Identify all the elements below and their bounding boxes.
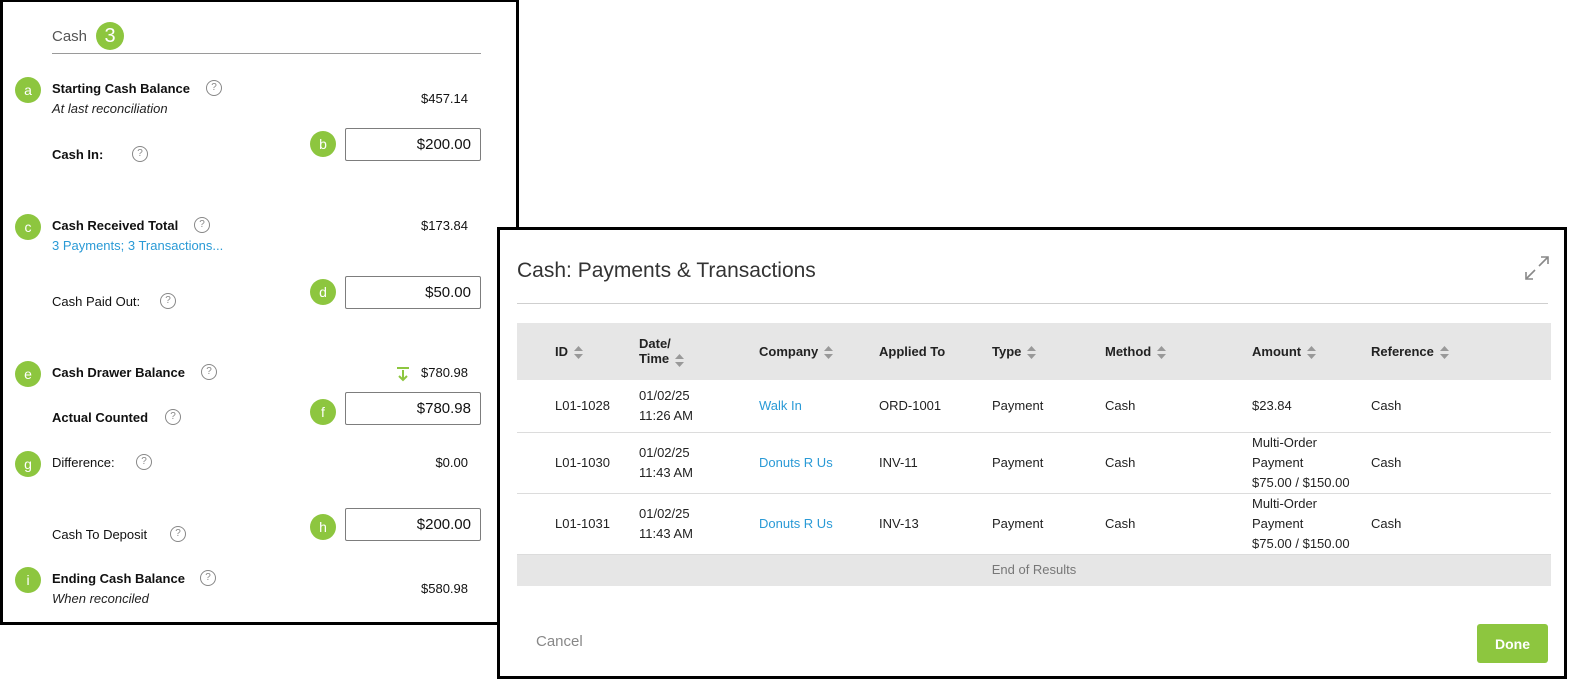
cell-amount: Multi-Order Payment $75.00 / $150.00 (1252, 495, 1350, 551)
cell-id: L01-1028 (555, 397, 610, 413)
cash-section-header: Cash 3 (52, 22, 481, 54)
help-icon[interactable]: ? (132, 146, 148, 162)
column-header-id[interactable]: ID (517, 323, 639, 380)
modal-divider (517, 303, 1548, 304)
cash-received-value: $173.84 (421, 218, 468, 233)
section-title: Cash (52, 28, 88, 45)
difference-value: $0.00 (435, 455, 468, 470)
callout-badge-e: e (15, 361, 41, 387)
end-of-results-text: End of Results (991, 562, 1077, 578)
help-icon[interactable]: ? (201, 364, 217, 380)
callout-badge-f: f (310, 399, 336, 425)
callout-badge-a: a (15, 77, 41, 103)
cancel-button[interactable]: Cancel (528, 629, 591, 654)
cell-type: Payment (992, 397, 1044, 413)
cell-method: Cash (1105, 454, 1136, 470)
cell-date: 01/02/25 11:43 AM (639, 505, 693, 541)
section-number-badge: 3 (96, 22, 124, 50)
help-icon[interactable]: ? (170, 526, 186, 542)
payments-transactions-link[interactable]: 3 Payments; 3 Transactions... (52, 238, 223, 253)
cash-panel: Cash 3 a Starting Cash Balance ? At last… (0, 0, 519, 625)
help-icon[interactable]: ? (160, 293, 176, 309)
cell-type: Payment (992, 515, 1044, 531)
column-header-date[interactable]: Date/Time (639, 323, 759, 380)
help-icon[interactable]: ? (194, 217, 210, 233)
cash-received-total-label: Cash Received Total (52, 218, 179, 233)
column-header-applied-to: Applied To (879, 344, 946, 359)
help-icon[interactable]: ? (200, 570, 216, 586)
cash-in-label: Cash In: (52, 147, 104, 162)
cell-amount: $23.84 (1252, 397, 1292, 413)
callout-badge-b: b (310, 131, 336, 157)
actual-counted-input[interactable] (345, 392, 481, 425)
cell-applied-to: INV-13 (879, 515, 919, 531)
ending-cash-value: $580.98 (421, 581, 468, 596)
table-row[interactable]: L01-1031 01/02/25 11:43 AM Donuts R Us IN… (517, 493, 1551, 554)
cell-applied-to: ORD-1001 (879, 397, 942, 413)
arrow-down-icon[interactable] (396, 366, 410, 382)
table-row[interactable]: L01-1030 01/02/25 11:43 AM Donuts R Us IN… (517, 432, 1551, 493)
sort-icon[interactable] (675, 353, 685, 367)
payments-transactions-modal: Cash: Payments & Transactions ID Date/Ti… (497, 227, 1567, 679)
starting-cash-value: $457.14 (421, 91, 468, 106)
difference-label: Difference: (52, 455, 115, 470)
help-icon[interactable]: ? (206, 80, 222, 96)
callout-badge-g: g (15, 451, 41, 477)
cell-method: Cash (1105, 515, 1136, 531)
help-icon[interactable]: ? (165, 409, 181, 425)
column-header-reference[interactable]: Reference (1371, 323, 1551, 380)
cash-drawer-value: $780.98 (421, 365, 468, 380)
cash-in-input[interactable] (345, 128, 481, 161)
cash-paid-out-label: Cash Paid Out: (52, 294, 141, 309)
cell-date: 01/02/25 11:26 AM (639, 387, 693, 423)
ending-cash-sub: When reconciled (52, 591, 149, 606)
done-button[interactable]: Done (1477, 624, 1548, 663)
cell-date: 01/02/25 11:43 AM (639, 444, 693, 480)
starting-cash-sub: At last reconciliation (52, 101, 168, 116)
table-header-row: ID Date/Time Company Applied To Type Met… (517, 323, 1551, 380)
callout-badge-i: i (15, 567, 41, 593)
help-icon[interactable]: ? (136, 454, 152, 470)
column-header-company[interactable]: Company (759, 323, 879, 380)
sort-icon[interactable] (1157, 346, 1167, 360)
end-of-results-row: End of Results (517, 554, 1551, 586)
starting-cash-balance-label: Starting Cash Balance (52, 81, 190, 96)
actual-counted-label: Actual Counted (52, 410, 149, 425)
cell-company-link[interactable]: Donuts R Us (759, 493, 879, 554)
expand-icon[interactable] (1524, 255, 1550, 281)
cell-applied-to: INV-11 (879, 454, 918, 470)
cash-paid-out-input[interactable] (345, 276, 481, 309)
column-header-method[interactable]: Method (1105, 323, 1252, 380)
cell-reference: Cash (1371, 397, 1402, 413)
sort-icon[interactable] (1307, 346, 1317, 360)
cell-id: L01-1030 (555, 454, 610, 470)
cell-reference: Cash (1371, 454, 1402, 470)
cell-id: L01-1031 (555, 515, 610, 531)
cell-reference: Cash (1371, 515, 1402, 531)
callout-badge-c: c (15, 214, 41, 240)
cash-drawer-balance-label: Cash Drawer Balance (52, 365, 185, 380)
sort-icon[interactable] (574, 346, 583, 360)
column-header-type[interactable]: Type (992, 323, 1105, 380)
cell-company-link[interactable]: Donuts R Us (759, 432, 879, 493)
cell-type: Payment (992, 454, 1044, 470)
table-row[interactable]: L01-1028 01/02/25 11:26 AM Walk In ORD-10… (517, 380, 1551, 432)
cash-to-deposit-label: Cash To Deposit (52, 527, 148, 542)
callout-badge-h: h (310, 514, 336, 540)
sort-icon[interactable] (1027, 346, 1037, 360)
cash-to-deposit-input[interactable] (345, 508, 481, 541)
cell-method: Cash (1105, 397, 1136, 413)
sort-icon[interactable] (824, 346, 834, 360)
column-header-amount[interactable]: Amount (1252, 323, 1371, 380)
sort-icon[interactable] (1439, 346, 1449, 360)
transactions-table: ID Date/Time Company Applied To Type Met… (517, 323, 1551, 586)
ending-cash-balance-label: Ending Cash Balance (52, 571, 185, 586)
cell-company-link[interactable]: Walk In (759, 380, 879, 432)
modal-title: Cash: Payments & Transactions (517, 259, 816, 282)
cell-amount: Multi-Order Payment $75.00 / $150.00 (1252, 434, 1350, 490)
callout-badge-d: d (310, 279, 336, 305)
